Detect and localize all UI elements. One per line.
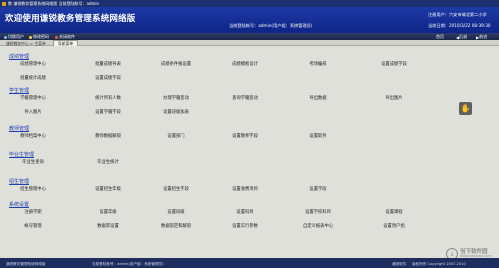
- menu-link[interactable]: 设置学段: [309, 186, 326, 192]
- current-account: 当前登陆帐号：admin(用户组：系统管理员): [229, 23, 313, 28]
- section-title: 招生管理: [9, 178, 29, 185]
- main-toolbar: 切换用户 修改密码 关闭软件 首页 ◀ 后退 ▶ 前进: [0, 33, 499, 40]
- menu-link[interactable]: 设置科目: [236, 209, 253, 215]
- menu-link[interactable]: 设置招生字段: [163, 186, 189, 192]
- menu-link[interactable]: 设置成绩学段: [381, 61, 407, 67]
- status-account: 当前登陆帐号：admin(用户组：系统管理员): [92, 262, 164, 266]
- menu-link[interactable]: 设置职务: [309, 133, 326, 139]
- menu-link[interactable]: 办理学籍变动: [163, 95, 189, 101]
- menu-link[interactable]: 设置学籍字段: [95, 109, 121, 115]
- section-title-text: 系统设置: [9, 202, 30, 208]
- app-title: 欢迎使用谦锐教务管理系统网络版: [5, 14, 136, 24]
- section-title: 学生管理: [9, 87, 29, 94]
- menu-link[interactable]: 设置班级加表: [163, 109, 189, 115]
- section-title-text: 成绩管理: [9, 54, 30, 60]
- menu-link[interactable]: 导入图片: [24, 109, 41, 115]
- current-datetime: 当前日期：2010/3/22 08:39:30: [428, 23, 491, 28]
- menu-link[interactable]: 批量成绩导表: [95, 61, 121, 67]
- tab-navigation-menu[interactable]: 导航菜单: [53, 40, 78, 46]
- menu-link[interactable]: 导出图片: [385, 95, 402, 101]
- status-app-name: 谦锐教务管理系统网络版: [6, 262, 46, 266]
- menu-link[interactable]: 学籍管理中心: [20, 95, 46, 101]
- app-header: 欢迎使用谦锐教务管理系统网络版 当前登陆帐号：admin(用户组：系统管理员) …: [0, 7, 499, 33]
- window-titlebar: 数 谦锐教务管理系统网络版 当前登陆帐号：admin: [0, 0, 499, 7]
- menu-link[interactable]: 数据库设置: [97, 223, 118, 229]
- menu-link[interactable]: 统计所有人数: [95, 95, 121, 101]
- menu-link[interactable]: 设置实行参数: [232, 223, 258, 229]
- close-icon: [55, 35, 58, 39]
- section-title: 教师管理: [9, 125, 29, 132]
- menu-link[interactable]: 招生管理中心: [20, 186, 46, 192]
- menu-link[interactable]: 教师档案中心: [20, 133, 46, 139]
- registered-unit: 注册用户：六安市城北第二小学: [428, 12, 487, 17]
- menu-link[interactable]: 导出数据: [309, 95, 326, 101]
- menu-link[interactable]: 设置成绩字段: [95, 75, 121, 81]
- section-title: 成绩管理: [9, 53, 29, 60]
- window-title: 数 谦锐教务管理系统网络版 当前登陆帐号：admin: [8, 0, 100, 6]
- menu-link[interactable]: 设置收费项目: [232, 186, 258, 192]
- status-copyright: 版权所有 Copyright 2007-2010: [412, 262, 466, 266]
- menu-link[interactable]: 设置部门: [167, 133, 184, 139]
- navigation-menu-panel: 成绩管理 成绩管理中心 批量成绩导表 成绩条件报设置 成绩模板设计 考场编排 设置成绩学段批…: [0, 47, 499, 258]
- status-company: 谦锐软件: [392, 262, 407, 266]
- menu-link[interactable]: 设置学校科目: [305, 209, 331, 215]
- menu-link[interactable]: 成绩管理中心: [20, 61, 46, 67]
- menu-link[interactable]: 毕业生查询: [22, 159, 43, 165]
- menu-link[interactable]: 设置班级: [167, 209, 184, 215]
- menu-link[interactable]: 考场编排: [309, 61, 326, 67]
- menu-link[interactable]: 数据锁定和解锁: [161, 223, 191, 229]
- app-icon: [2, 1, 6, 6]
- tab-bar: 谦锐教务中心 > 主菜单 导航菜单: [0, 40, 499, 46]
- menu-link[interactable]: 查询学籍变动: [232, 95, 258, 101]
- key-icon: [29, 35, 32, 39]
- menu-link[interactable]: 批量统计成绩: [20, 75, 46, 81]
- section-title-text: 招生管理: [9, 179, 30, 185]
- breadcrumb[interactable]: 谦锐教务中心 > 主菜单: [6, 41, 46, 47]
- menu-link[interactable]: 设置课程: [385, 209, 402, 215]
- menu-link[interactable]: 设置年级: [99, 209, 116, 215]
- section-title-text: 毕业生管理: [9, 152, 35, 158]
- status-bar: 谦锐教务管理系统网络版 当前登陆帐号：admin(用户组：系统管理员) 谦锐软件…: [0, 258, 499, 268]
- menu-link[interactable]: 帐号管理: [24, 223, 41, 229]
- menu-link[interactable]: 毕业生统计: [97, 159, 118, 165]
- menu-link[interactable]: 设置招生年级: [95, 186, 121, 192]
- menu-link[interactable]: 教师数据解锁: [95, 133, 121, 139]
- menu-link[interactable]: 注册学期: [24, 209, 41, 215]
- hand-icon-button[interactable]: ✋: [459, 102, 472, 115]
- menu-link[interactable]: 自定义报表中心: [303, 223, 333, 229]
- section-title-text: 学生管理: [9, 88, 30, 94]
- menu-link[interactable]: 成绩模板设计: [232, 61, 258, 67]
- user-icon: [4, 35, 7, 39]
- section-title: 系统设置: [9, 201, 29, 208]
- section-title: 毕业生管理: [9, 151, 34, 158]
- menu-link[interactable]: 设置用户组: [383, 223, 404, 229]
- section-title-text: 教师管理: [9, 126, 30, 132]
- menu-link[interactable]: 设置教师字段: [232, 133, 258, 139]
- menu-link[interactable]: 成绩条件报设置: [161, 61, 191, 67]
